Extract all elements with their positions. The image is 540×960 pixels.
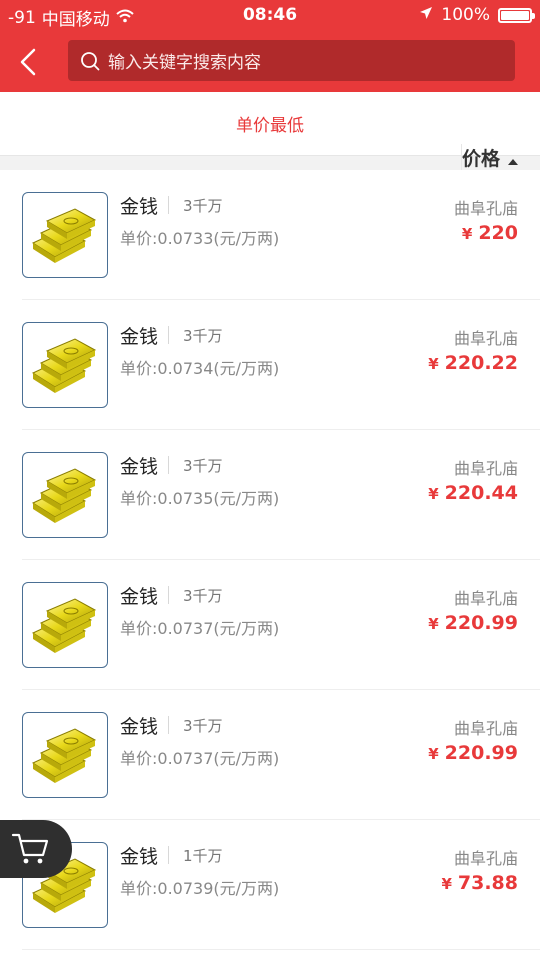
- navbar: 输入关键字搜索内容: [0, 36, 540, 86]
- item-unit-price: 单价:0.0733(元/万两): [120, 229, 280, 248]
- item-quantity: 3千万: [183, 457, 223, 475]
- tab-price-label: 价格: [461, 148, 500, 170]
- gold-bars-image: [22, 452, 108, 538]
- list-item[interactable]: 金钱 3千万 单价:0.0734(元/万两) 曲阜孔庙 ¥ 220.22: [22, 300, 540, 430]
- cart-icon: [11, 833, 49, 864]
- location-arrow-icon: [419, 5, 433, 25]
- list-item[interactable]: 金钱 3千万 单价:0.0735(元/万两) 曲阜孔庙 ¥ 220.44: [22, 430, 540, 560]
- gold-bars-image: [22, 192, 108, 278]
- item-server: 曲阜孔庙: [453, 199, 518, 218]
- item-price: ¥ 220.22: [428, 352, 518, 374]
- gold-bars-image: [22, 712, 108, 798]
- sort-bar: 单价最低 价格: [0, 92, 540, 171]
- item-name: 金钱: [120, 846, 159, 868]
- currency-symbol: ¥: [428, 485, 439, 503]
- item-price-value: 220.44: [444, 482, 518, 504]
- product-list: 金钱 3千万 单价:0.0733(元/万两) 曲阜孔庙 ¥ 220 金钱 3千万…: [0, 170, 540, 960]
- sort-ascending-icon: [508, 159, 518, 165]
- item-server: 曲阜孔庙: [453, 329, 518, 348]
- item-price: ¥ 73.88: [441, 872, 518, 894]
- item-price: ¥ 220.44: [428, 482, 518, 504]
- gold-bars-image: [22, 582, 108, 668]
- currency-symbol: ¥: [461, 225, 473, 243]
- list-item[interactable]: 金钱 3千万 单价:0.0737(元/万两) 曲阜孔庙 ¥ 220.99: [22, 690, 540, 820]
- screen: -91 中国移动 08:46 100% 输入关键字搜索内容 单价最低 价格 金钱…: [0, 0, 540, 960]
- item-unit-price: 单价:0.0734(元/万两): [120, 359, 280, 378]
- search-input[interactable]: 输入关键字搜索内容: [68, 40, 515, 81]
- back-button[interactable]: [8, 42, 48, 82]
- item-quantity: 3千万: [183, 717, 223, 735]
- status-bar: -91 中国移动 08:46 100%: [0, 0, 540, 32]
- divider: [168, 846, 169, 864]
- cart-button[interactable]: [0, 820, 72, 878]
- chevron-left-icon: [20, 48, 36, 76]
- item-price-value: 220.99: [444, 612, 518, 634]
- tab-lowest-unit-price[interactable]: 单价最低: [0, 92, 540, 155]
- item-price: ¥ 220.99: [428, 612, 518, 634]
- item-quantity: 3千万: [183, 197, 223, 215]
- item-quantity: 1千万: [183, 847, 223, 865]
- item-name: 金钱: [120, 196, 159, 218]
- tab-price[interactable]: 价格: [460, 144, 518, 171]
- item-name: 金钱: [120, 456, 159, 478]
- item-price: ¥ 220.99: [428, 742, 518, 764]
- item-unit-price: 单价:0.0735(元/万两): [120, 489, 280, 508]
- divider: [168, 586, 169, 604]
- list-item[interactable]: 金钱 1千万 单价:0.0739(元/万两) 曲阜孔庙 ¥ 73.88: [22, 820, 540, 950]
- battery-icon: [498, 7, 535, 23]
- item-server: 曲阜孔庙: [453, 589, 518, 608]
- list-item[interactable]: 金钱 3千万 单价:0.0733(元/万两) 曲阜孔庙 ¥ 220: [22, 170, 540, 300]
- divider: [168, 326, 169, 344]
- item-unit-price: 单价:0.0737(元/万两): [120, 619, 280, 638]
- divider: [168, 196, 169, 214]
- item-unit-price: 单价:0.0739(元/万两): [120, 879, 280, 898]
- item-name: 金钱: [120, 716, 159, 738]
- currency-symbol: ¥: [428, 745, 439, 763]
- item-price-value: 220.22: [444, 352, 518, 374]
- header: -91 中国移动 08:46 100% 输入关键字搜索内容: [0, 0, 540, 92]
- list-item[interactable]: 金钱 3千万 单价:0.0737(元/万两) 曲阜孔庙 ¥ 220.99: [22, 560, 540, 690]
- item-price-value: 220.99: [444, 742, 518, 764]
- search-icon: [81, 51, 100, 70]
- item-price: ¥ 220: [462, 222, 518, 244]
- item-server: 曲阜孔庙: [453, 849, 518, 868]
- item-server: 曲阜孔庙: [453, 719, 518, 738]
- divider: [168, 716, 169, 734]
- item-quantity: 3千万: [183, 327, 223, 345]
- divider: [168, 456, 169, 474]
- search-placeholder: 输入关键字搜索内容: [108, 53, 261, 73]
- tab-lowest-unit-price-label: 单价最低: [236, 116, 304, 136]
- item-quantity: 3千万: [183, 587, 223, 605]
- currency-symbol: ¥: [441, 875, 452, 893]
- gold-bars-image: [22, 322, 108, 408]
- status-right: 100%: [419, 5, 535, 25]
- item-unit-price: 单价:0.0737(元/万两): [120, 749, 280, 768]
- battery-percent: 100%: [441, 5, 490, 25]
- currency-symbol: ¥: [428, 615, 439, 633]
- item-name: 金钱: [120, 586, 159, 608]
- item-price-value: 73.88: [457, 872, 518, 894]
- item-server: 曲阜孔庙: [453, 459, 518, 478]
- currency-symbol: ¥: [428, 355, 439, 373]
- item-price-value: 220: [478, 222, 518, 244]
- item-name: 金钱: [120, 326, 159, 348]
